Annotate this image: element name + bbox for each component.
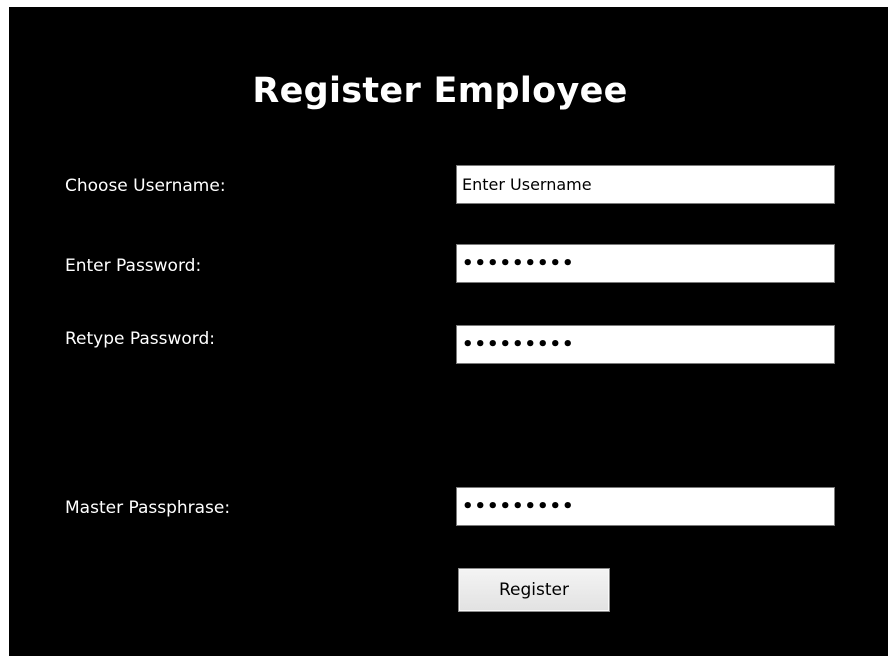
retype-password-label: Retype Password: <box>65 329 216 349</box>
password-label: Enter Password: <box>65 256 202 276</box>
username-label: Choose Username: <box>65 176 226 196</box>
form-title: Register Employee <box>252 71 628 111</box>
register-window: Register Employee Choose Username: Enter… <box>9 7 888 656</box>
register-button[interactable]: Register <box>458 568 610 612</box>
password-input[interactable] <box>456 244 835 283</box>
master-passphrase-input[interactable] <box>456 487 835 526</box>
retype-password-input[interactable] <box>456 325 835 364</box>
username-input[interactable] <box>456 165 835 204</box>
master-passphrase-label: Master Passphrase: <box>65 498 231 518</box>
